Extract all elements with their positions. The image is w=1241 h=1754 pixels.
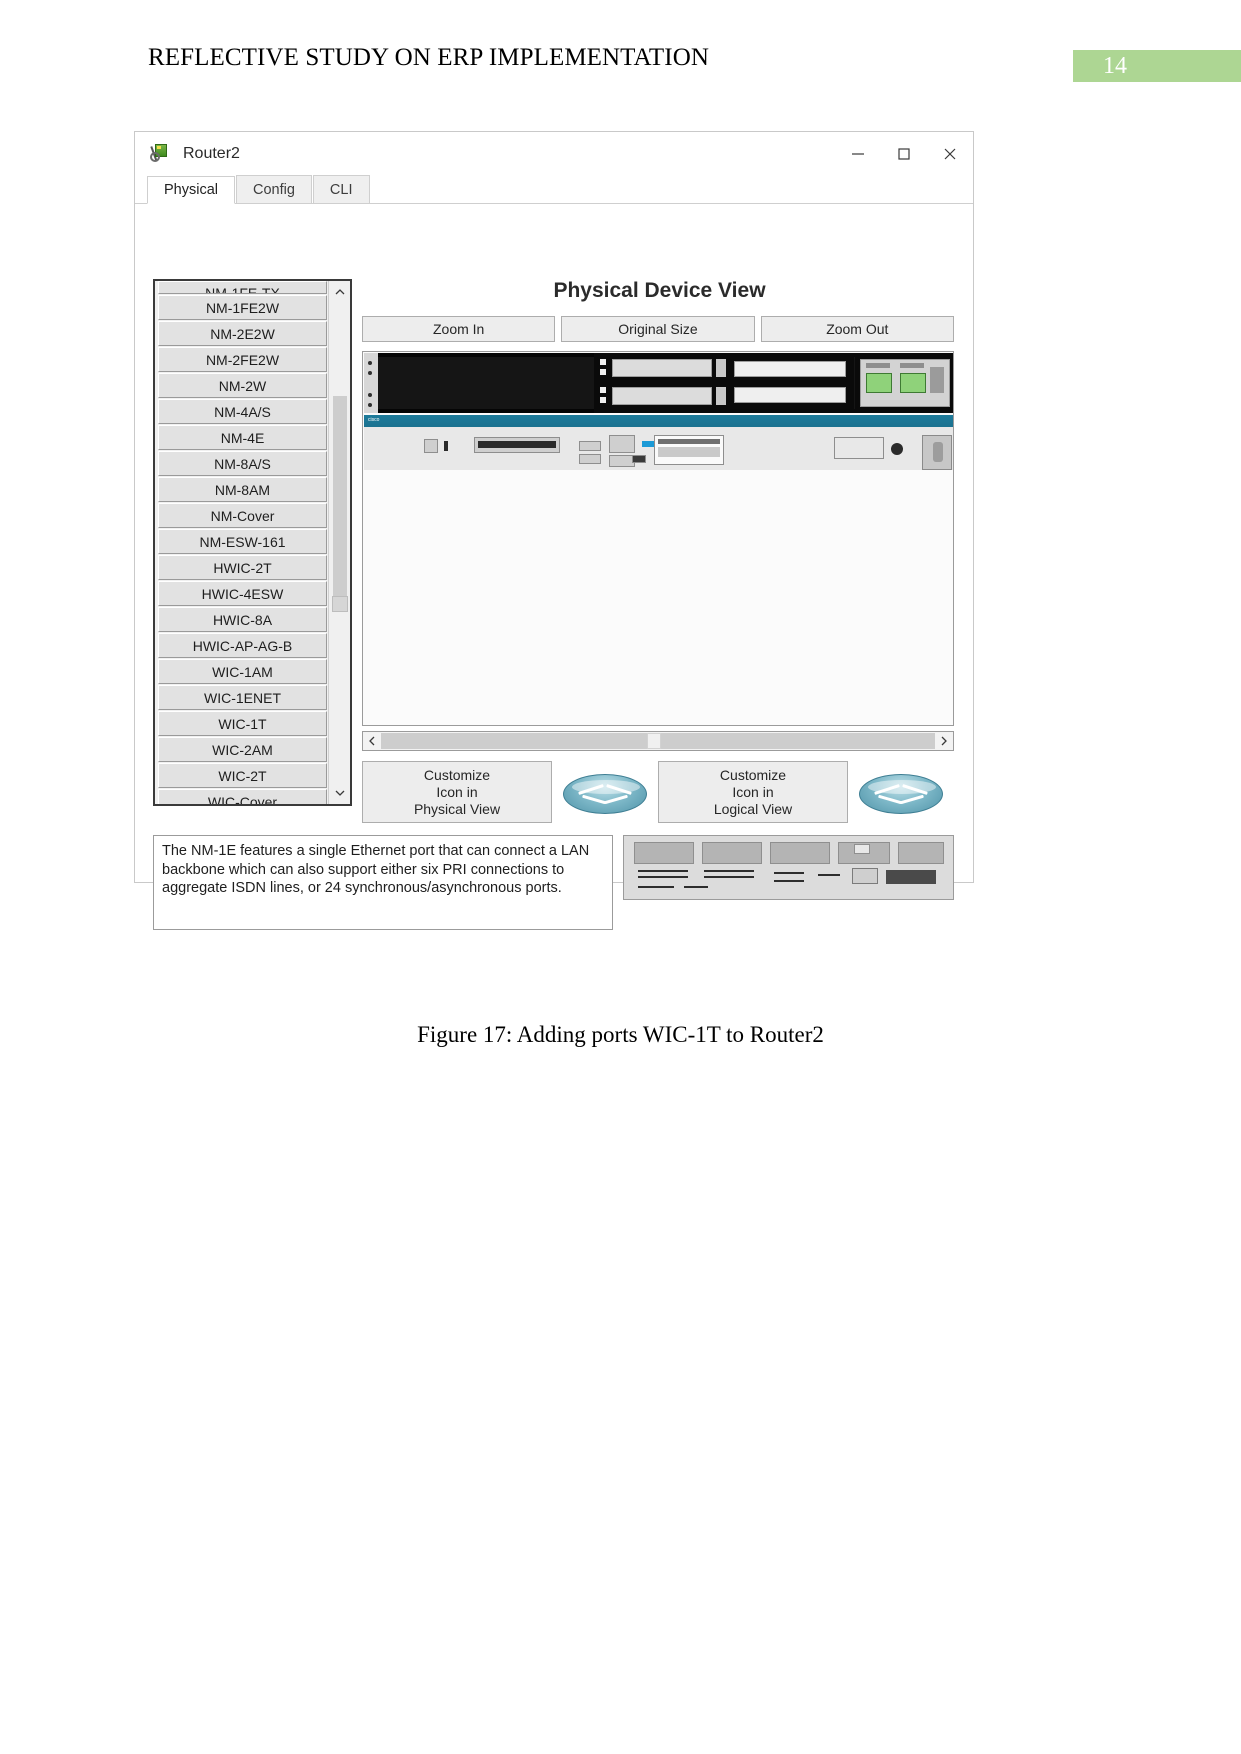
scrollbar-thumb-marker[interactable] <box>332 596 348 612</box>
router-icon <box>560 766 650 818</box>
router-chassis-front: cisco <box>364 415 953 470</box>
module-list: NM-1FE-TX NM-1FE2W NM-2E2W NM-2FE2W NM-2… <box>155 281 330 804</box>
original-size-button[interactable]: Original Size <box>561 316 755 342</box>
customize-icon-physical-view-button[interactable]: Customize Icon in Physical View <box>362 761 552 823</box>
close-icon[interactable] <box>927 132 973 176</box>
module-item-nm-8as[interactable]: NM-8A/S <box>158 451 327 476</box>
zoom-controls: Zoom In Original Size Zoom Out <box>362 316 954 342</box>
module-item-nm-esw-161[interactable]: NM-ESW-161 <box>158 529 327 554</box>
module-list-scrollbar[interactable] <box>328 281 350 804</box>
chevron-down-icon[interactable] <box>329 782 350 804</box>
module-item-label: WIC-2T <box>218 767 267 784</box>
module-item-hwic-ap-ag-b[interactable]: HWIC-AP-AG-B <box>158 633 327 658</box>
physical-tab-content: NM-1FE-TX NM-1FE2W NM-2E2W NM-2FE2W NM-2… <box>135 205 973 930</box>
device-view-title: Physical Device View <box>553 279 766 302</box>
module-item-label: NM-1FE2W <box>205 299 280 316</box>
module-item-wic-cover[interactable]: WIC-Cover <box>158 789 327 806</box>
module-item-label: WIC-2AM <box>212 741 273 758</box>
module-item-wic-1t[interactable]: WIC-1T <box>158 711 327 736</box>
module-item-label: NM-4E <box>220 429 265 446</box>
module-item-nm-2fe2w[interactable]: NM-2FE2W <box>158 347 327 372</box>
module-item-nm-4as[interactable]: NM-4A/S <box>158 399 327 424</box>
module-item-label: HWIC-4ESW <box>201 585 284 602</box>
module-list-panel: NM-1FE-TX NM-1FE2W NM-2E2W NM-2FE2W NM-2… <box>153 279 352 806</box>
module-item-nm-cover[interactable]: NM-Cover <box>158 503 327 528</box>
module-item-wic-2am[interactable]: WIC-2AM <box>158 737 327 762</box>
chevron-up-icon[interactable] <box>329 281 350 303</box>
module-item-label: HWIC-2T <box>213 559 272 576</box>
module-item-label: NM-1FE-TX <box>205 285 280 294</box>
router-chassis-rear <box>364 353 953 413</box>
zoom-in-button[interactable]: Zoom In <box>362 316 556 342</box>
tab-bar: Physical Config CLI <box>135 175 973 204</box>
module-item-nm-2w[interactable]: NM-2W <box>158 373 327 398</box>
module-item-label: WIC-Cover <box>207 793 278 806</box>
hscrollbar-thumb[interactable] <box>646 733 661 749</box>
device-view-hscrollbar[interactable] <box>362 731 954 751</box>
module-item-label: NM-Cover <box>210 507 275 524</box>
module-item-label: HWIC-AP-AG-B <box>192 637 293 654</box>
module-description: The NM-1E features a single Ethernet por… <box>153 835 613 930</box>
module-item-hwic-2t[interactable]: HWIC-2T <box>158 555 327 580</box>
module-item-wic-1enet[interactable]: WIC-1ENET <box>158 685 327 710</box>
module-item-label: NM-8AM <box>214 481 271 498</box>
document-header: REFLECTIVE STUDY ON ERP IMPLEMENTATION 1… <box>0 44 1241 90</box>
customize-logical-line1: Customize <box>719 766 787 783</box>
module-item-nm-2e2w[interactable]: NM-2E2W <box>158 321 327 346</box>
scrollbar-thumb[interactable] <box>333 396 347 596</box>
module-item-partial[interactable]: NM-1FE-TX <box>158 281 327 294</box>
customize-physical-line3: Physical View <box>413 800 501 817</box>
figure-caption: Figure 17: Adding ports WIC-1T to Router… <box>417 1022 824 1047</box>
module-item-hwic-4esw[interactable]: HWIC-4ESW <box>158 581 327 606</box>
chevron-right-icon[interactable] <box>935 732 953 750</box>
module-item-nm-1fe2w[interactable]: NM-1FE2W <box>158 295 327 320</box>
module-item-label: WIC-1ENET <box>204 689 281 706</box>
customize-physical-line1: Customize <box>423 766 491 783</box>
module-item-label: NM-2E2W <box>210 325 275 342</box>
customize-logical-line2: Icon in <box>732 783 774 800</box>
module-item-nm-4e[interactable]: NM-4E <box>158 425 327 450</box>
hscrollbar-track[interactable] <box>381 733 935 749</box>
module-item-label: WIC-1T <box>218 715 267 732</box>
customize-row: Customize Icon in Physical View Customiz… <box>362 761 954 823</box>
router-device-icon <box>149 142 173 166</box>
customize-logical-line3: Logical View <box>713 800 793 817</box>
module-thumbnail <box>623 835 954 900</box>
maximize-icon[interactable] <box>881 132 927 176</box>
page-number-badge: 14 <box>1073 50 1241 82</box>
module-item-label: WIC-1AM <box>212 663 273 680</box>
window-controls <box>835 132 973 176</box>
brand-label: cisco <box>368 417 380 423</box>
customize-physical-line2: Icon in <box>436 783 478 800</box>
customize-icon-logical-view-button[interactable]: Customize Icon in Logical View <box>658 761 848 823</box>
module-item-label: NM-ESW-161 <box>199 533 286 550</box>
zoom-out-button[interactable]: Zoom Out <box>760 316 954 342</box>
module-item-label: HWIC-8A <box>212 611 273 628</box>
tab-physical[interactable]: Physical <box>147 176 235 204</box>
minimize-icon[interactable] <box>835 132 881 176</box>
module-item-wic-1am[interactable]: WIC-1AM <box>158 659 327 684</box>
router-icon <box>856 766 946 818</box>
module-item-hwic-8a[interactable]: HWIC-8A <box>158 607 327 632</box>
module-item-label: NM-2W <box>218 377 267 394</box>
tab-config[interactable]: Config <box>236 175 312 203</box>
module-item-label: NM-8A/S <box>214 455 271 472</box>
chevron-left-icon[interactable] <box>363 732 381 750</box>
window-title-bar: Router2 <box>135 132 973 176</box>
tab-cli[interactable]: CLI <box>312 175 370 203</box>
module-item-label: NM-2FE2W <box>205 351 280 368</box>
module-item-nm-8am[interactable]: NM-8AM <box>158 477 327 502</box>
window-title: Router2 <box>183 145 240 162</box>
device-image-canvas[interactable]: cisco <box>362 351 954 726</box>
module-item-wic-2t[interactable]: WIC-2T <box>158 763 327 788</box>
router-properties-window: Router2 Physical Config CLI NM-1FE-TX NM… <box>134 131 974 930</box>
page-title: REFLECTIVE STUDY ON ERP IMPLEMENTATION <box>148 44 710 71</box>
module-item-label: NM-4A/S <box>214 403 271 420</box>
